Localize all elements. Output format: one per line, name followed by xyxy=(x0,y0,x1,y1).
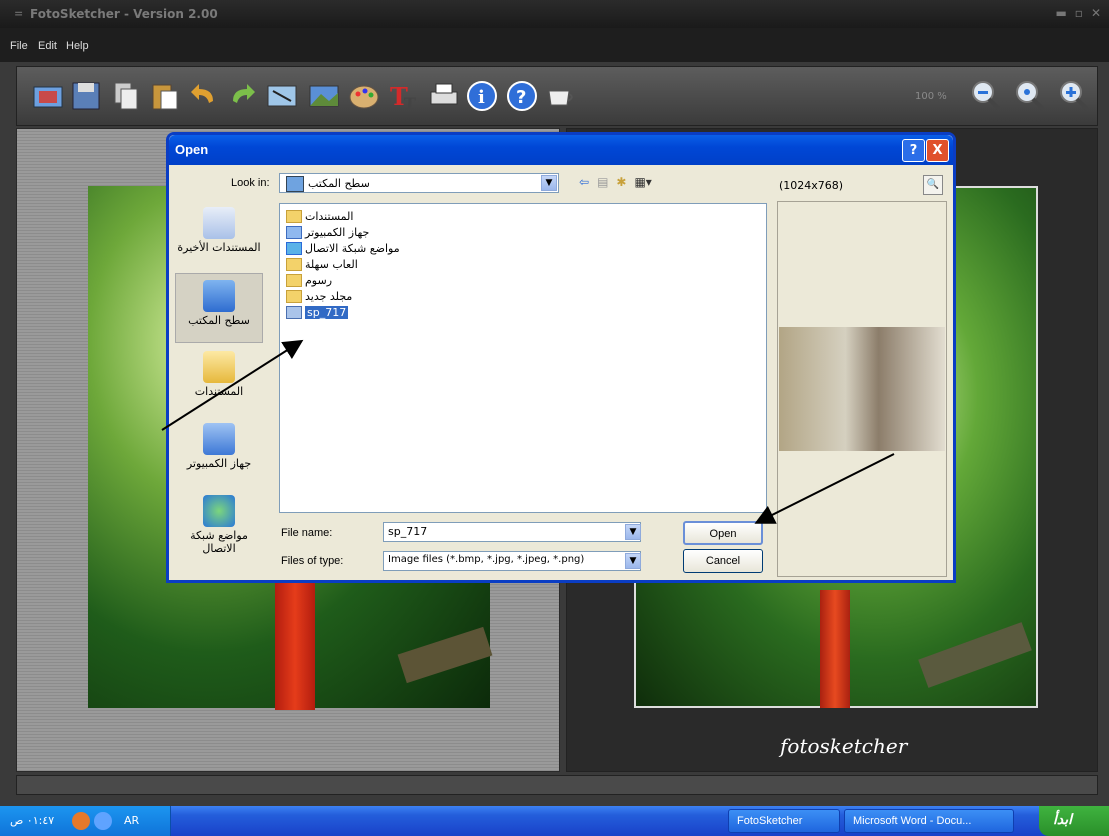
language-indicator[interactable]: AR xyxy=(124,814,139,827)
taskbar-word[interactable]: Microsoft Word - Docu... xyxy=(844,809,1014,833)
arrow-to-open xyxy=(754,453,895,524)
start-label: ابدأ xyxy=(1053,812,1073,828)
tray-app-icon[interactable] xyxy=(72,812,90,830)
start-button[interactable]: ابدأ xyxy=(1039,806,1109,836)
tray-expand-icon[interactable] xyxy=(94,812,112,830)
taskbar-fotosketcher[interactable]: FotoSketcher xyxy=(728,809,840,833)
annotation-arrows xyxy=(161,339,895,524)
taskbar: ٠١:٤٧ ص AR FotoSketcher Microsoft Word -… xyxy=(0,806,1109,836)
arrow-to-file xyxy=(161,339,304,431)
system-tray: ٠١:٤٧ ص AR xyxy=(0,806,171,836)
clock: ٠١:٤٧ ص xyxy=(10,814,55,827)
